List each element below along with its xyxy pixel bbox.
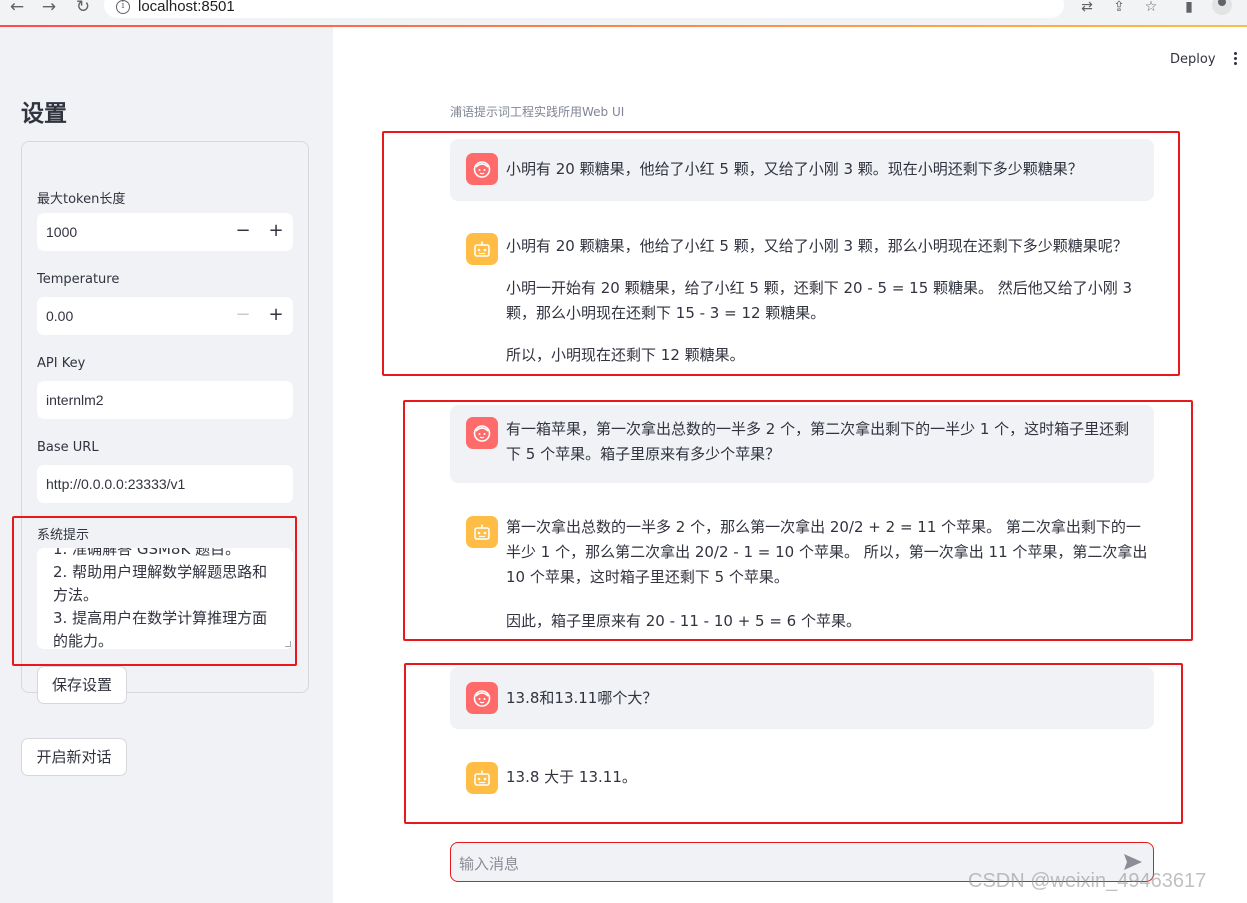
bookmark-star-icon[interactable]: ☆ — [1142, 0, 1160, 15]
max-tokens-increment-button[interactable]: + — [263, 219, 289, 245]
temperature-decrement-button[interactable]: − — [230, 303, 256, 329]
temperature-input[interactable]: 0.00 − + — [37, 297, 293, 335]
chat-input-placeholder[interactable]: 输入消息 — [459, 853, 519, 874]
max-tokens-decrement-button[interactable]: − — [230, 219, 256, 245]
temperature-value[interactable]: 0.00 — [46, 308, 73, 324]
translate-icon[interactable]: ⇄ — [1078, 0, 1096, 15]
temperature-increment-button[interactable]: + — [263, 303, 289, 329]
send-icon[interactable] — [1123, 853, 1143, 871]
deploy-button[interactable]: Deploy — [1170, 52, 1216, 67]
forward-icon[interactable]: → — [38, 0, 60, 16]
sidebar-title: 设置 — [21, 101, 67, 127]
annotation-box — [382, 131, 1180, 376]
share-icon[interactable]: ⇪ — [1110, 0, 1128, 15]
api-key-value[interactable]: internlm2 — [46, 392, 104, 408]
temperature-label: Temperature — [37, 272, 120, 287]
base-url-value[interactable]: http://0.0.0.0:23333/v1 — [46, 476, 185, 492]
address-bar[interactable] — [104, 0, 1064, 18]
url-text[interactable]: localhost:8501 — [138, 0, 235, 15]
reload-icon[interactable]: ↻ — [72, 0, 94, 16]
back-icon[interactable]: ← — [6, 0, 28, 16]
api-key-label: API Key — [37, 356, 86, 371]
page-caption: 浦语提示词工程实践所用Web UI — [450, 105, 625, 119]
max-tokens-input[interactable]: 1000 − + — [37, 213, 293, 251]
annotation-box — [404, 663, 1183, 824]
side-panel-icon[interactable]: ▮ — [1180, 0, 1198, 15]
save-settings-button[interactable]: 保存设置 — [37, 666, 127, 704]
annotation-box — [12, 516, 297, 666]
watermark: CSDN @weixin_49463617 — [968, 870, 1207, 892]
main-menu-icon[interactable] — [1234, 52, 1238, 68]
max-tokens-label: 最大token长度 — [37, 192, 126, 207]
browser-toolbar: ← → ↻ i localhost:8501 ⇄ ⇪ ☆ ▮ — [0, 0, 1247, 26]
site-info-icon[interactable]: i — [116, 0, 130, 14]
new-chat-button[interactable]: 开启新对话 — [21, 738, 127, 776]
max-tokens-value[interactable]: 1000 — [46, 224, 77, 240]
base-url-label: Base URL — [37, 440, 99, 455]
base-url-input[interactable]: http://0.0.0.0:23333/v1 — [37, 465, 293, 503]
annotation-box — [403, 400, 1193, 641]
api-key-input[interactable]: internlm2 — [37, 381, 293, 419]
profile-icon[interactable] — [1212, 0, 1232, 15]
